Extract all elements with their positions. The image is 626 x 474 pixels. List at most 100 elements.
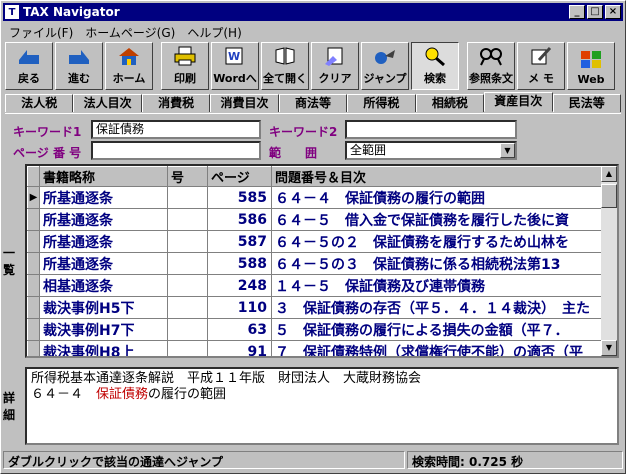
row-selector[interactable] bbox=[27, 318, 40, 341]
cell-book[interactable]: 裁決事例H8上 bbox=[39, 340, 168, 356]
app-window: T TAX Navigator _ □ × ファイル(F) ホームページ(G) … bbox=[0, 0, 626, 474]
cell-page[interactable]: 248 bbox=[207, 274, 272, 297]
cell-no[interactable] bbox=[167, 230, 208, 253]
tab-income-tax[interactable]: 所得税 bbox=[347, 94, 416, 112]
clear-button[interactable]: クリア bbox=[311, 42, 359, 90]
tab-consumption-tax[interactable]: 消費税 bbox=[141, 94, 211, 112]
cell-book[interactable]: 所基通逐条 bbox=[39, 230, 168, 253]
column-header-no[interactable]: 号 bbox=[167, 166, 208, 187]
memo-icon bbox=[528, 45, 554, 67]
maximize-button[interactable]: □ bbox=[587, 5, 603, 19]
cell-no[interactable] bbox=[167, 252, 208, 275]
forward-button[interactable]: 進む bbox=[55, 42, 103, 90]
print-button[interactable]: 印刷 bbox=[161, 42, 209, 90]
cell-title[interactable]: ６４－４ 保証債務の履行の範囲 bbox=[271, 186, 606, 209]
tab-corporate-index[interactable]: 法人目次 bbox=[73, 94, 142, 112]
row-selector[interactable] bbox=[27, 252, 40, 275]
cell-no[interactable] bbox=[167, 296, 208, 319]
cell-title[interactable]: ３ 保証債務の存否（平５．４．１４裁決） 主た bbox=[271, 296, 606, 319]
table-row[interactable]: 裁決事例H8上 91 ７ 保証債務特例（求償権行使不能）の適否（平 bbox=[27, 340, 606, 356]
column-header-book[interactable]: 書籍略称 bbox=[39, 166, 168, 187]
search-icon bbox=[422, 45, 448, 67]
cell-book[interactable]: 所基通逐条 bbox=[39, 208, 168, 231]
search-panel: キーワード1 保証債務 キーワード2 ページ 番 号 範 囲 全範囲 ▼ bbox=[5, 113, 621, 163]
row-selector[interactable] bbox=[27, 274, 40, 297]
vertical-scrollbar[interactable]: ▲ ▼ bbox=[601, 166, 617, 356]
detail-side-label: 詳 細 bbox=[3, 367, 27, 445]
cell-book[interactable]: 裁決事例H7下 bbox=[39, 318, 168, 341]
column-header-page[interactable]: ページ bbox=[207, 166, 272, 187]
home-button[interactable]: ホーム bbox=[105, 42, 153, 90]
cell-page[interactable]: 587 bbox=[207, 230, 272, 253]
tab-strip: 法人税 法人目次 消費税 消費目次 商法等 所得税 相続税 資産目次 民法等 bbox=[5, 92, 621, 112]
cell-page[interactable]: 585 bbox=[207, 186, 272, 209]
tab-consumption-index[interactable]: 消費目次 bbox=[210, 94, 279, 112]
cell-book[interactable]: 相基通逐条 bbox=[39, 274, 168, 297]
cell-title[interactable]: ７ 保証債務特例（求償権行使不能）の適否（平 bbox=[271, 340, 606, 356]
jump-button[interactable]: ジャンプ bbox=[361, 42, 409, 90]
scroll-down-icon[interactable]: ▼ bbox=[601, 340, 617, 356]
table-row[interactable]: 裁決事例H7下 63 ５ 保証債務の履行による損失の金額（平７． bbox=[27, 318, 606, 341]
memo-button[interactable]: メ モ bbox=[517, 42, 565, 90]
row-selector[interactable] bbox=[27, 296, 40, 319]
status-bar: ダブルクリックで該当の通達へジャンプ 検索時間: 0.725 秒 bbox=[3, 451, 623, 471]
cell-title[interactable]: ６４－５の２ 保証債務を履行するため山林を bbox=[271, 230, 606, 253]
cell-book[interactable]: 所基通逐条 bbox=[39, 186, 168, 209]
scroll-thumb[interactable] bbox=[601, 184, 617, 208]
tab-corporate-tax[interactable]: 法人税 bbox=[5, 94, 74, 112]
menu-file[interactable]: ファイル(F) bbox=[3, 22, 79, 40]
cell-no[interactable] bbox=[167, 186, 208, 209]
open-all-button[interactable]: 全て開く bbox=[261, 42, 309, 90]
cell-no[interactable] bbox=[167, 318, 208, 341]
status-hint: ダブルクリックで該当の通達へジャンプ bbox=[3, 451, 405, 469]
cell-page[interactable]: 91 bbox=[207, 340, 272, 356]
table-row[interactable]: 裁決事例H5下 110 ３ 保証債務の存否（平５．４．１４裁決） 主た bbox=[27, 296, 606, 319]
range-select[interactable]: 全範囲 ▼ bbox=[345, 141, 517, 160]
scroll-up-icon[interactable]: ▲ bbox=[601, 166, 617, 182]
cell-page[interactable]: 586 bbox=[207, 208, 272, 231]
cell-book[interactable]: 所基通逐条 bbox=[39, 252, 168, 275]
table-row[interactable]: ▶ 所基通逐条 585 ６４－４ 保証債務の履行の範囲 bbox=[27, 186, 606, 209]
keyword2-input[interactable] bbox=[345, 120, 517, 139]
cell-title[interactable]: ６４－５ 借入金で保証債務を履行した後に資 bbox=[271, 208, 606, 231]
tab-commercial-law[interactable]: 商法等 bbox=[278, 94, 348, 112]
column-header-title[interactable]: 問題番号＆目次 bbox=[271, 166, 606, 187]
cell-title[interactable]: ５ 保証債務の履行による損失の金額（平７． bbox=[271, 318, 606, 341]
chevron-down-icon[interactable]: ▼ bbox=[500, 143, 515, 158]
tab-asset-index[interactable]: 資産目次 bbox=[484, 92, 553, 112]
table-row[interactable]: 相基通逐条 248 １４－５ 保証債務及び連帯債務 bbox=[27, 274, 606, 297]
menu-homepage[interactable]: ホームページ(G) bbox=[79, 22, 181, 40]
keyword1-input[interactable]: 保証債務 bbox=[91, 120, 261, 139]
cell-page[interactable]: 110 bbox=[207, 296, 272, 319]
close-button[interactable]: × bbox=[605, 5, 621, 19]
cell-page[interactable]: 588 bbox=[207, 252, 272, 275]
cell-no[interactable] bbox=[167, 340, 208, 356]
jump-icon bbox=[372, 45, 398, 67]
menu-help[interactable]: ヘルプ(H) bbox=[181, 22, 247, 40]
cell-no[interactable] bbox=[167, 274, 208, 297]
table-row[interactable]: 所基通逐条 588 ６４－５の３ 保証債務に係る相続税法第13 bbox=[27, 252, 606, 275]
row-selector[interactable] bbox=[27, 208, 40, 231]
reference-button[interactable]: 参照条文 bbox=[467, 42, 515, 90]
table-row[interactable]: 所基通逐条 587 ６４－５の２ 保証債務を履行するため山林を bbox=[27, 230, 606, 253]
detail-panel[interactable]: 所得税基本通達逐条解説 平成１１年版 財団法人 大蔵財務協会 ６４－４ 保証債務… bbox=[25, 367, 619, 445]
table-row[interactable]: 所基通逐条 586 ６４－５ 借入金で保証債務を履行した後に資 bbox=[27, 208, 606, 231]
cell-book[interactable]: 裁決事例H5下 bbox=[39, 296, 168, 319]
web-button[interactable]: Web bbox=[567, 42, 615, 90]
minimize-button[interactable]: _ bbox=[569, 5, 585, 19]
back-button[interactable]: 戻る bbox=[5, 42, 53, 90]
row-selector[interactable] bbox=[27, 230, 40, 253]
tab-inheritance-tax[interactable]: 相続税 bbox=[415, 94, 485, 112]
page-number-input[interactable] bbox=[91, 141, 261, 160]
search-button[interactable]: 検索 bbox=[411, 42, 459, 90]
cell-title[interactable]: １４－５ 保証債務及び連帯債務 bbox=[271, 274, 606, 297]
row-selector[interactable] bbox=[27, 340, 40, 356]
cell-page[interactable]: 63 bbox=[207, 318, 272, 341]
tab-civil-law[interactable]: 民法等 bbox=[552, 94, 621, 112]
word-export-button[interactable]: W Wordへ bbox=[211, 42, 259, 90]
row-selector-header bbox=[27, 166, 40, 187]
menu-bar: ファイル(F) ホームページ(G) ヘルプ(H) bbox=[3, 22, 248, 40]
cell-title[interactable]: ６４－５の３ 保証債務に係る相続税法第13 bbox=[271, 252, 606, 275]
open-all-icon bbox=[272, 45, 298, 67]
cell-no[interactable] bbox=[167, 208, 208, 231]
